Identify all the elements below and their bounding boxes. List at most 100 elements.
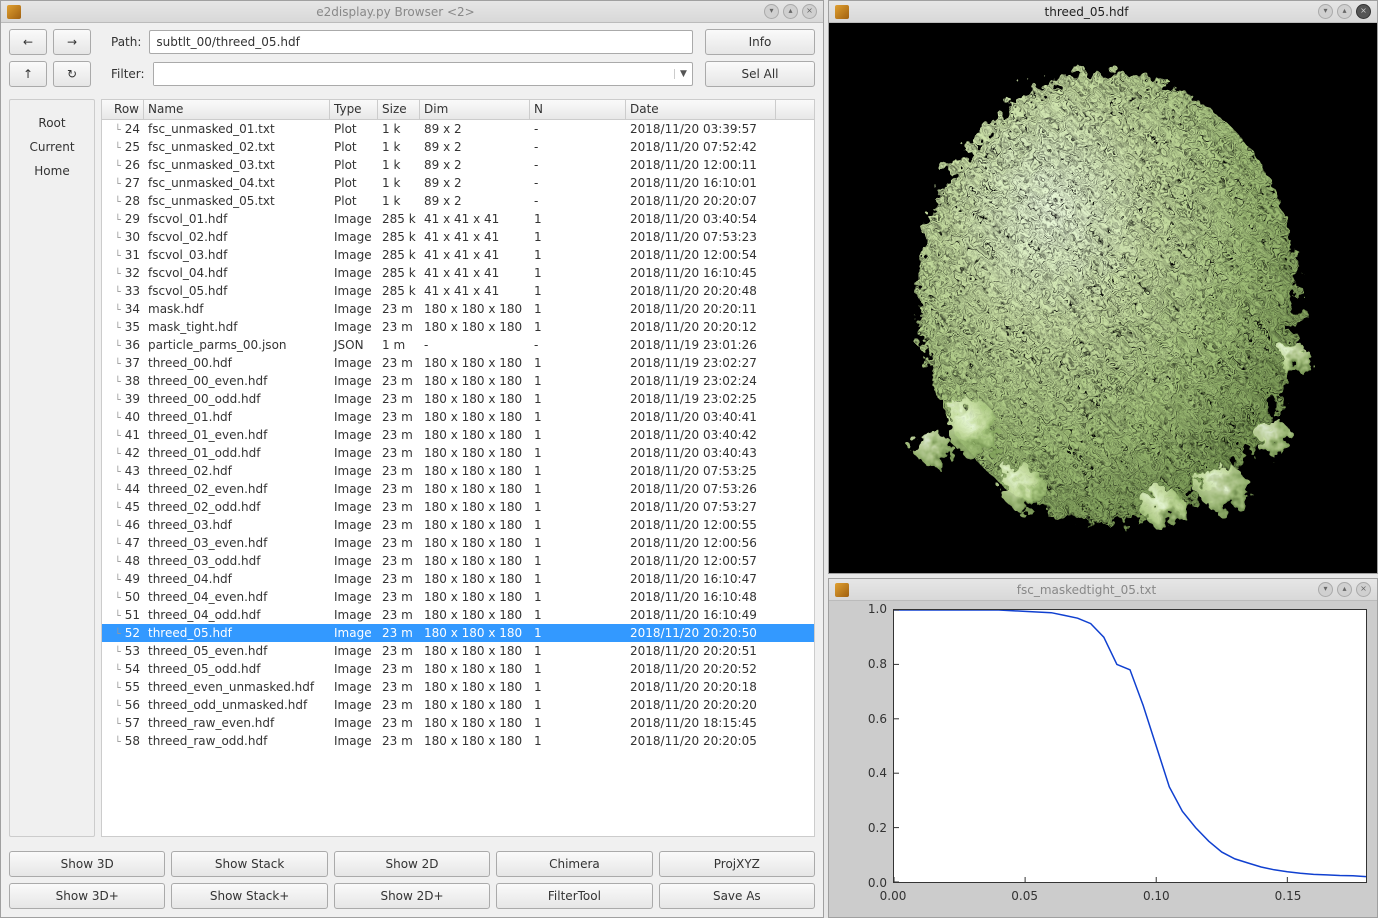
maximize-icon[interactable]: ▴ xyxy=(783,4,798,19)
cell-size: 23 m xyxy=(378,644,420,658)
nav-current[interactable]: Current xyxy=(29,140,74,154)
forward-button[interactable]: → xyxy=(53,29,91,55)
close-icon[interactable]: × xyxy=(802,4,817,19)
table-row[interactable]: └45threed_02_odd.hdfImage23 m180 x 180 x… xyxy=(102,498,814,516)
table-row[interactable]: └54threed_05_odd.hdfImage23 m180 x 180 x… xyxy=(102,660,814,678)
table-row[interactable]: └29fscvol_01.hdfImage285 k41 x 41 x 4112… xyxy=(102,210,814,228)
table-row[interactable]: └52threed_05.hdfImage23 m180 x 180 x 180… xyxy=(102,624,814,642)
cell-dim: 180 x 180 x 180 xyxy=(420,482,530,496)
action-button-2[interactable]: Show 2D xyxy=(334,851,490,877)
table-row[interactable]: └25fsc_unmasked_02.txtPlot1 k89 x 2-2018… xyxy=(102,138,814,156)
table-row[interactable]: └57threed_raw_even.hdfImage23 m180 x 180… xyxy=(102,714,814,732)
volume-titlebar[interactable]: threed_05.hdf ▾ ▴ × xyxy=(829,1,1377,23)
table-row[interactable]: └48threed_03_odd.hdfImage23 m180 x 180 x… xyxy=(102,552,814,570)
table-row[interactable]: └44threed_02_even.hdfImage23 m180 x 180 … xyxy=(102,480,814,498)
table-row[interactable]: └32fscvol_04.hdfImage285 k41 x 41 x 4112… xyxy=(102,264,814,282)
nav-root[interactable]: Root xyxy=(38,116,65,130)
close-icon[interactable]: × xyxy=(1356,582,1371,597)
cell-date: 2018/11/20 20:20:20 xyxy=(626,698,776,712)
action-button-3[interactable]: FilterTool xyxy=(496,883,652,909)
volume-viewport[interactable] xyxy=(829,23,1377,573)
info-button[interactable]: Info xyxy=(705,29,815,55)
cell-size: 23 m xyxy=(378,482,420,496)
table-row[interactable]: └46threed_03.hdfImage23 m180 x 180 x 180… xyxy=(102,516,814,534)
table-row[interactable]: └37threed_00.hdfImage23 m180 x 180 x 180… xyxy=(102,354,814,372)
maximize-icon[interactable]: ▴ xyxy=(1337,582,1352,597)
table-row[interactable]: └38threed_00_even.hdfImage23 m180 x 180 … xyxy=(102,372,814,390)
table-row[interactable]: └34mask.hdfImage23 m180 x 180 x 18012018… xyxy=(102,300,814,318)
cell-name: threed_raw_odd.hdf xyxy=(144,734,330,748)
table-row[interactable]: └50threed_04_even.hdfImage23 m180 x 180 … xyxy=(102,588,814,606)
cell-row: └29 xyxy=(102,212,144,226)
col-type[interactable]: Type xyxy=(330,100,378,119)
action-button-3[interactable]: Chimera xyxy=(496,851,652,877)
action-button-2[interactable]: Show 2D+ xyxy=(334,883,490,909)
plot-titlebar[interactable]: fsc_maskedtight_05.txt ▾ ▴ × xyxy=(829,579,1377,601)
action-button-0[interactable]: Show 3D xyxy=(9,851,165,877)
table-row[interactable]: └58threed_raw_odd.hdfImage23 m180 x 180 … xyxy=(102,732,814,750)
cell-type: Image xyxy=(330,410,378,424)
refresh-button[interactable]: ↻ xyxy=(53,61,91,87)
table-row[interactable]: └30fscvol_02.hdfImage285 k41 x 41 x 4112… xyxy=(102,228,814,246)
action-button-1[interactable]: Show Stack+ xyxy=(171,883,327,909)
table-row[interactable]: └56threed_odd_unmasked.hdfImage23 m180 x… xyxy=(102,696,814,714)
table-row[interactable]: └39threed_00_odd.hdfImage23 m180 x 180 x… xyxy=(102,390,814,408)
minimize-icon[interactable]: ▾ xyxy=(1318,582,1333,597)
table-row[interactable]: └43threed_02.hdfImage23 m180 x 180 x 180… xyxy=(102,462,814,480)
col-n[interactable]: N xyxy=(530,100,626,119)
table-row[interactable]: └36particle_parms_00.jsonJSON1 m--2018/1… xyxy=(102,336,814,354)
table-row[interactable]: └55threed_even_unmasked.hdfImage23 m180 … xyxy=(102,678,814,696)
maximize-icon[interactable]: ▴ xyxy=(1337,4,1352,19)
cell-row: └44 xyxy=(102,482,144,496)
plot-area[interactable]: 0.00.20.40.60.81.00.000.050.100.15 xyxy=(829,601,1377,917)
table-row[interactable]: └42threed_01_odd.hdfImage23 m180 x 180 x… xyxy=(102,444,814,462)
table-row[interactable]: └51threed_04_odd.hdfImage23 m180 x 180 x… xyxy=(102,606,814,624)
table-row[interactable]: └27fsc_unmasked_04.txtPlot1 k89 x 2-2018… xyxy=(102,174,814,192)
action-button-4[interactable]: Save As xyxy=(659,883,815,909)
select-all-button[interactable]: Sel All xyxy=(705,61,815,87)
nav-home[interactable]: Home xyxy=(34,164,69,178)
table-row[interactable]: └31fscvol_03.hdfImage285 k41 x 41 x 4112… xyxy=(102,246,814,264)
cell-row: └27 xyxy=(102,176,144,190)
cell-type: Image xyxy=(330,212,378,226)
table-row[interactable]: └26fsc_unmasked_03.txtPlot1 k89 x 2-2018… xyxy=(102,156,814,174)
close-icon[interactable]: × xyxy=(1356,4,1371,19)
table-row[interactable]: └53threed_05_even.hdfImage23 m180 x 180 … xyxy=(102,642,814,660)
table-row[interactable]: └24fsc_unmasked_01.txtPlot1 k89 x 2-2018… xyxy=(102,120,814,138)
action-button-1[interactable]: Show Stack xyxy=(171,851,327,877)
path-label: Path: xyxy=(111,35,141,49)
cell-size: 23 m xyxy=(378,374,420,388)
table-row[interactable]: └41threed_01_even.hdfImage23 m180 x 180 … xyxy=(102,426,814,444)
table-row[interactable]: └33fscvol_05.hdfImage285 k41 x 41 x 4112… xyxy=(102,282,814,300)
cell-date: 2018/11/19 23:02:25 xyxy=(626,392,776,406)
cell-date: 2018/11/20 12:00:56 xyxy=(626,536,776,550)
back-button[interactable]: ← xyxy=(9,29,47,55)
cell-date: 2018/11/20 20:20:05 xyxy=(626,734,776,748)
filter-combo[interactable]: ▼ xyxy=(153,62,693,86)
cell-name: threed_even_unmasked.hdf xyxy=(144,680,330,694)
col-dim[interactable]: Dim xyxy=(420,100,530,119)
table-row[interactable]: └49threed_04.hdfImage23 m180 x 180 x 180… xyxy=(102,570,814,588)
cell-type: Image xyxy=(330,392,378,406)
path-input[interactable] xyxy=(149,30,693,54)
filter-input[interactable] xyxy=(154,63,674,85)
up-button[interactable]: ↑ xyxy=(9,61,47,87)
table-row[interactable]: └35mask_tight.hdfImage23 m180 x 180 x 18… xyxy=(102,318,814,336)
col-row[interactable]: Row xyxy=(102,100,144,119)
cell-size: 1 k xyxy=(378,194,420,208)
col-size[interactable]: Size xyxy=(378,100,420,119)
minimize-icon[interactable]: ▾ xyxy=(764,4,779,19)
col-date[interactable]: Date xyxy=(626,100,776,119)
table-row[interactable]: └28fsc_unmasked_05.txtPlot1 k89 x 2-2018… xyxy=(102,192,814,210)
minimize-icon[interactable]: ▾ xyxy=(1318,4,1333,19)
action-button-0[interactable]: Show 3D+ xyxy=(9,883,165,909)
action-button-4[interactable]: ProjXYZ xyxy=(659,851,815,877)
cell-row: └46 xyxy=(102,518,144,532)
chevron-down-icon[interactable]: ▼ xyxy=(674,69,692,79)
table-body[interactable]: └24fsc_unmasked_01.txtPlot1 k89 x 2-2018… xyxy=(102,120,814,836)
col-name[interactable]: Name xyxy=(144,100,330,119)
table-row[interactable]: └47threed_03_even.hdfImage23 m180 x 180 … xyxy=(102,534,814,552)
cell-dim: 89 x 2 xyxy=(420,194,530,208)
browser-titlebar[interactable]: e2display.py Browser <2> ▾ ▴ × xyxy=(1,1,823,23)
table-row[interactable]: └40threed_01.hdfImage23 m180 x 180 x 180… xyxy=(102,408,814,426)
